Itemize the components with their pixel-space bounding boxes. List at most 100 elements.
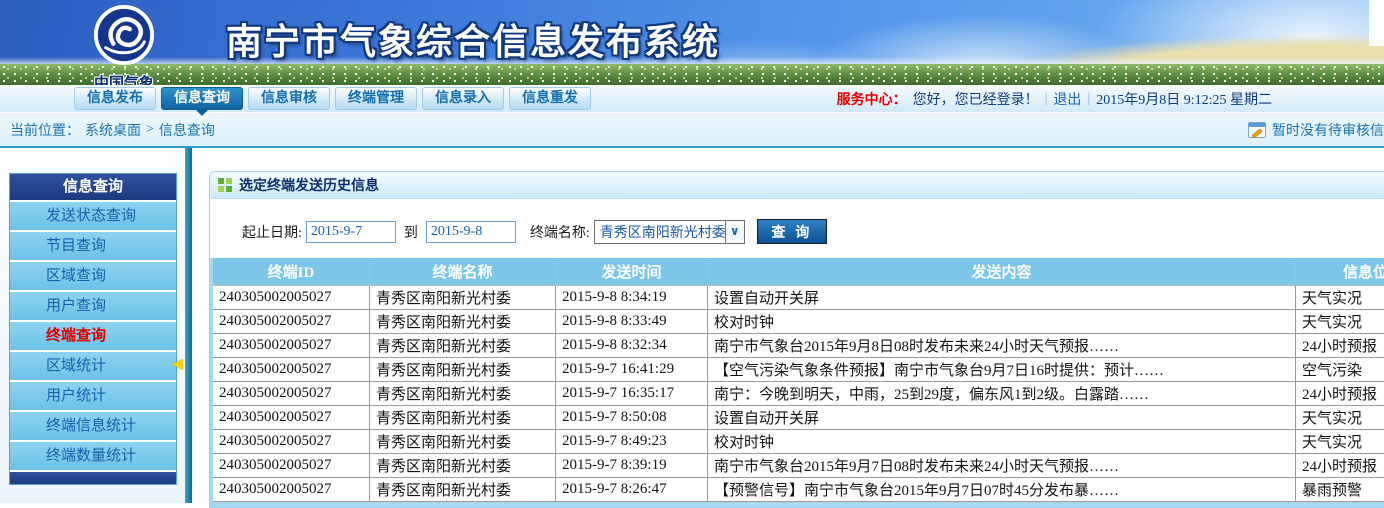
table-row: 240305002005027青秀区南阳新光村委2015-9-7 16:35:1… (212, 382, 1384, 406)
query-form: 起止日期: 到 终端名称: 青秀区南阳新光村委 ∨ 查 询 (210, 199, 1384, 258)
sidebar-item-6[interactable]: 用户统计 (10, 380, 176, 410)
sidebar-title: 信息查询 (10, 174, 176, 200)
content-area: 信息查询 发送状态查询节目查询区域查询用户查询终端查询区域统计用户统计终端信息统… (0, 148, 1384, 503)
banner-corner-decoration (1369, 0, 1384, 46)
table-row: 240305002005027青秀区南阳新光村委2015-9-7 8:26:47… (212, 478, 1384, 502)
sidebar-item-list: 发送状态查询节目查询区域查询用户查询终端查询区域统计用户统计终端信息统计终端数量… (10, 200, 176, 470)
history-table-body: 240305002005027青秀区南阳新光村委2015-9-8 8:34:19… (212, 286, 1384, 502)
table-cell: 240305002005027 (212, 406, 370, 430)
nav-tab-0[interactable]: 信息发布 (74, 87, 156, 110)
table-row: 240305002005027青秀区南阳新光村委2015-9-7 8:39:19… (212, 454, 1384, 478)
table-cell: 青秀区南阳新光村委 (370, 286, 556, 310)
column-header: 信息位 (1296, 258, 1384, 286)
logout-link[interactable]: 退出 (1053, 89, 1081, 109)
pending-review-text: 暂时没有待审核信息 (1272, 120, 1384, 140)
table-cell: 青秀区南阳新光村委 (370, 406, 556, 430)
location-label: 当前位置： (10, 120, 80, 140)
column-header: 发送内容 (708, 258, 1296, 286)
grid-icon (218, 178, 232, 192)
logo-caption: 中国气象 (68, 72, 180, 85)
table-cell: 240305002005027 (212, 478, 370, 502)
terminal-select-value: 青秀区南阳新光村委 (595, 222, 725, 242)
terminal-select[interactable]: 青秀区南阳新光村委 ∨ (594, 220, 745, 244)
table-row: 240305002005027青秀区南阳新光村委2015-9-8 8:34:19… (212, 286, 1384, 310)
table-cell: 南宁市气象台2015年9月7日08时发布未来24小时天气预报…… (708, 454, 1296, 478)
table-cell: 南宁市气象台2015年9月8日08时发布未来24小时天气预报…… (708, 334, 1296, 358)
table-cell: 青秀区南阳新光村委 (370, 334, 556, 358)
table-row: 240305002005027青秀区南阳新光村委2015-9-8 8:33:49… (212, 310, 1384, 334)
nav-tab-4[interactable]: 信息录入 (422, 87, 504, 110)
sidebar-item-1[interactable]: 节目查询 (10, 230, 176, 260)
table-cell: 2015-9-7 8:50:08 (556, 406, 708, 430)
nav-tab-3[interactable]: 终端管理 (335, 87, 417, 110)
query-button[interactable]: 查 询 (757, 219, 827, 244)
datetime-display: 2015年9月8日 9:12:25 星期二 (1096, 89, 1272, 109)
chevron-down-icon[interactable]: ∨ (725, 221, 744, 243)
sidebar-column: 信息查询 发送状态查询节目查询区域查询用户查询终端查询区域统计用户统计终端信息统… (0, 148, 185, 503)
app-title: 南宁市气象综合信息发布系统 (226, 13, 720, 65)
table-cell: 24小时预报 (1296, 334, 1384, 358)
table-cell: 暴雨预警 (1296, 478, 1384, 502)
session-info: 服务中心： 您好，您已经登录！ | 退出 | 2015年9月8日 9:12:25… (837, 89, 1384, 109)
sidebar-item-3[interactable]: 用户查询 (10, 290, 176, 320)
service-center-label: 服务中心： (837, 89, 907, 109)
breadcrumb-current-link[interactable]: 信息查询 (159, 120, 215, 140)
table-cell: 240305002005027 (212, 454, 370, 478)
table-cell: 天气实况 (1296, 286, 1384, 310)
table-cell: 青秀区南阳新光村委 (370, 310, 556, 334)
table-cell: 24小时预报 (1296, 382, 1384, 406)
table-cell: 空气污染 (1296, 358, 1384, 382)
sidebar-item-0[interactable]: 发送状态查询 (10, 200, 176, 230)
arrow-left-icon[interactable]: ◀ (172, 358, 183, 372)
table-bottom-border (210, 502, 1384, 507)
nav-tabs: 信息发布信息查询信息审核终端管理信息录入信息重发 (74, 87, 591, 110)
sidebar-item-8[interactable]: 终端数量统计 (10, 440, 176, 470)
sidebar-divider[interactable]: ◀ (185, 148, 192, 503)
breadcrumb-separator: > (146, 122, 154, 138)
separator: | (1087, 91, 1090, 107)
table-cell: 【空气污染气象条件预报】南宁市气象台9月7日16时提供：预计…… (708, 358, 1296, 382)
separator: | (1045, 91, 1048, 107)
table-cell: 2015-9-7 8:49:23 (556, 430, 708, 454)
nav-tab-2[interactable]: 信息审核 (248, 87, 330, 110)
table-cell: 青秀区南阳新光村委 (370, 358, 556, 382)
table-row: 240305002005027青秀区南阳新光村委2015-9-7 16:41:2… (212, 358, 1384, 382)
date-to-input[interactable] (426, 221, 516, 243)
table-cell: 校对时钟 (708, 310, 1296, 334)
sidebar-item-5[interactable]: 区域统计 (10, 350, 176, 380)
table-cell: 240305002005027 (212, 310, 370, 334)
table-header-row: 终端ID终端名称发送时间发送内容信息位 (212, 258, 1384, 286)
cma-logo: 中国气象 (68, 4, 180, 85)
table-cell: 天气实况 (1296, 430, 1384, 454)
sidebar-item-4[interactable]: 终端查询 (10, 320, 176, 350)
table-row: 240305002005027青秀区南阳新光村委2015-9-8 8:32:34… (212, 334, 1384, 358)
table-cell: 设置自动开关屏 (708, 286, 1296, 310)
column-header: 终端名称 (370, 258, 556, 286)
date-from-input[interactable] (306, 221, 396, 243)
breadcrumb: 当前位置： 系统桌面 > 信息查询 暂时没有待审核信息 (0, 112, 1384, 148)
table-cell: 240305002005027 (212, 334, 370, 358)
table-cell: 240305002005027 (212, 358, 370, 382)
pending-review-notice[interactable]: 暂时没有待审核信息 (1248, 120, 1384, 140)
cma-spiral-logo-icon (93, 4, 155, 66)
nav-tab-1[interactable]: 信息查询 (161, 87, 243, 110)
edit-note-icon (1248, 122, 1266, 138)
table-cell: 2015-9-7 16:41:29 (556, 358, 708, 382)
table-cell: 2015-9-7 16:35:17 (556, 382, 708, 406)
nav-tab-5[interactable]: 信息重发 (509, 87, 591, 110)
table-cell: 240305002005027 (212, 382, 370, 406)
table-cell: 【预警信号】南宁市气象台2015年9月7日07时45分发布暴…… (708, 478, 1296, 502)
sidebar-footer (10, 470, 176, 484)
table-cell: 青秀区南阳新光村委 (370, 430, 556, 454)
main-nav-bar: 信息发布信息查询信息审核终端管理信息录入信息重发 服务中心： 您好，您已经登录！… (0, 85, 1384, 112)
breadcrumb-home-link[interactable]: 系统桌面 (85, 120, 141, 140)
date-range-label: 起止日期: (242, 222, 302, 242)
table-cell: 2015-9-8 8:33:49 (556, 310, 708, 334)
table-cell: 2015-9-7 8:39:19 (556, 454, 708, 478)
sidebar-menu: 信息查询 发送状态查询节目查询区域查询用户查询终端查询区域统计用户统计终端信息统… (9, 173, 177, 485)
sidebar-item-7[interactable]: 终端信息统计 (10, 410, 176, 440)
table-row: 240305002005027青秀区南阳新光村委2015-9-7 8:50:08… (212, 406, 1384, 430)
terminal-name-label: 终端名称: (530, 222, 590, 242)
top-banner: 中国气象 南宁市气象综合信息发布系统 (0, 0, 1384, 85)
sidebar-item-2[interactable]: 区域查询 (10, 260, 176, 290)
